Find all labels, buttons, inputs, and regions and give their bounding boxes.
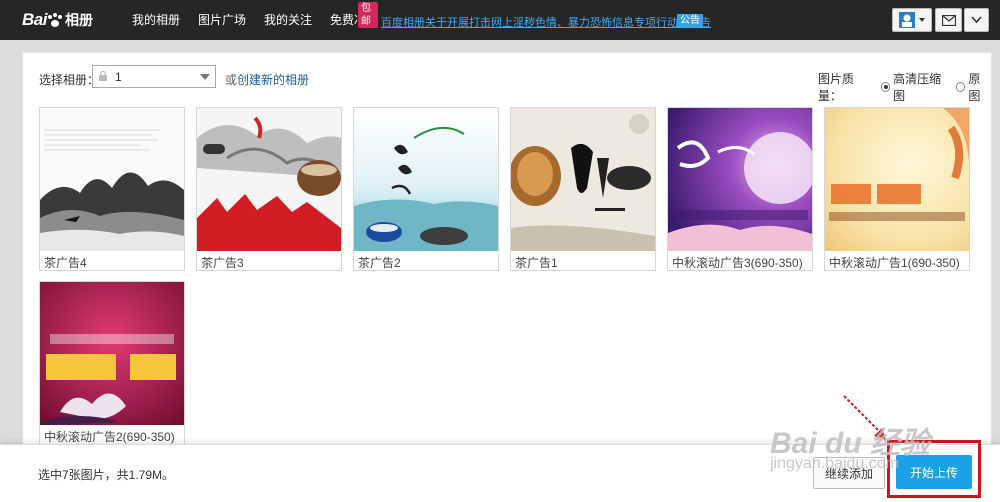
photo-image xyxy=(354,108,498,251)
photo-image xyxy=(40,108,184,251)
photo-caption: 中秋滚动广告1(690-350) xyxy=(829,256,960,270)
photo-thumbnail[interactable]: 中秋滚动广告3(690-350) xyxy=(667,107,813,271)
quality-original-radio[interactable] xyxy=(955,82,966,92)
create-album-text: 或创建新的相册 xyxy=(225,71,309,88)
main-nav: 我的相册 图片广场 我的关注 免费冲印 包邮 xyxy=(132,0,396,40)
photo-image xyxy=(40,282,184,425)
user-menu-button[interactable] xyxy=(892,8,932,32)
album-select-value: 1 xyxy=(115,70,122,84)
dropdown-arrow-icon xyxy=(200,74,210,80)
logo-text-album: 相册 xyxy=(64,12,93,28)
photo-image xyxy=(511,108,655,251)
chevron-down-icon xyxy=(971,16,982,24)
free-shipping-badge: 包邮 xyxy=(358,2,379,28)
quality-original-label: 原图 xyxy=(968,72,981,103)
photo-thumbnail[interactable]: 茶广告2 xyxy=(353,107,499,271)
photo-image xyxy=(197,108,341,251)
baidu-album-logo[interactable]: Bai 相册 xyxy=(22,9,93,31)
photo-caption: 茶广告2 xyxy=(358,256,401,270)
photo-thumbnail[interactable]: 茶广告3 xyxy=(196,107,342,271)
photo-image xyxy=(668,108,812,251)
nav-free-print[interactable]: 免费冲印 包邮 xyxy=(330,0,379,40)
messages-button[interactable] xyxy=(935,8,962,32)
photo-thumbnail[interactable]: 茶广告4 xyxy=(39,107,185,271)
logo-text: Bai xyxy=(22,10,47,29)
photo-caption: 茶广告4 xyxy=(44,256,87,270)
photo-thumbnail[interactable]: 中秋滚动广告2(690-350) xyxy=(39,281,185,445)
create-album-prefix: 或 xyxy=(225,73,238,87)
paw-icon xyxy=(47,13,62,27)
nav-photo-square[interactable]: 图片广场 xyxy=(198,0,246,40)
lock-icon xyxy=(99,71,107,81)
more-menu-button[interactable] xyxy=(964,8,989,32)
announcement-tag: 公告 xyxy=(677,14,703,27)
avatar-icon xyxy=(899,12,925,28)
image-quality-options: 图片质量： 高清压缩图 原图 xyxy=(818,70,991,104)
photo-caption: 中秋滚动广告2(690-350) xyxy=(44,430,175,444)
select-album-label: 选择相册： xyxy=(39,73,100,87)
photo-caption: 茶广告3 xyxy=(201,256,244,270)
quality-high-radio[interactable] xyxy=(880,82,891,92)
announcement-link[interactable]: 百度相册关于开展打击网上淫秽色情、暴力恐怖信息专项行动的公告 xyxy=(381,14,711,30)
nav-my-albums[interactable]: 我的相册 xyxy=(132,0,180,40)
nav-my-follows[interactable]: 我的关注 xyxy=(264,0,312,40)
quality-high-label: 高清压缩图 xyxy=(893,72,942,103)
photo-caption: 中秋滚动广告3(690-350) xyxy=(672,256,803,270)
album-select[interactable]: 1 xyxy=(92,65,216,88)
create-album-link[interactable]: 创建新的相册 xyxy=(237,73,309,87)
watermark-url: jingyan.baidu.com xyxy=(770,455,899,472)
quality-label: 图片质量： xyxy=(818,72,855,103)
photo-thumbnail[interactable]: 中秋滚动广告1(690-350) xyxy=(824,107,970,271)
mail-icon xyxy=(941,14,956,26)
photo-caption: 茶广告1 xyxy=(515,256,558,270)
selection-summary: 选中7张图片，共1.79M。 xyxy=(38,468,175,482)
top-navigation-bar: Bai 相册 我的相册 图片广场 我的关注 免费冲印 包邮 百度相册关于开展打击… xyxy=(0,0,1000,40)
photo-thumbnail[interactable]: 茶广告1 xyxy=(510,107,656,271)
photo-image xyxy=(825,108,969,251)
